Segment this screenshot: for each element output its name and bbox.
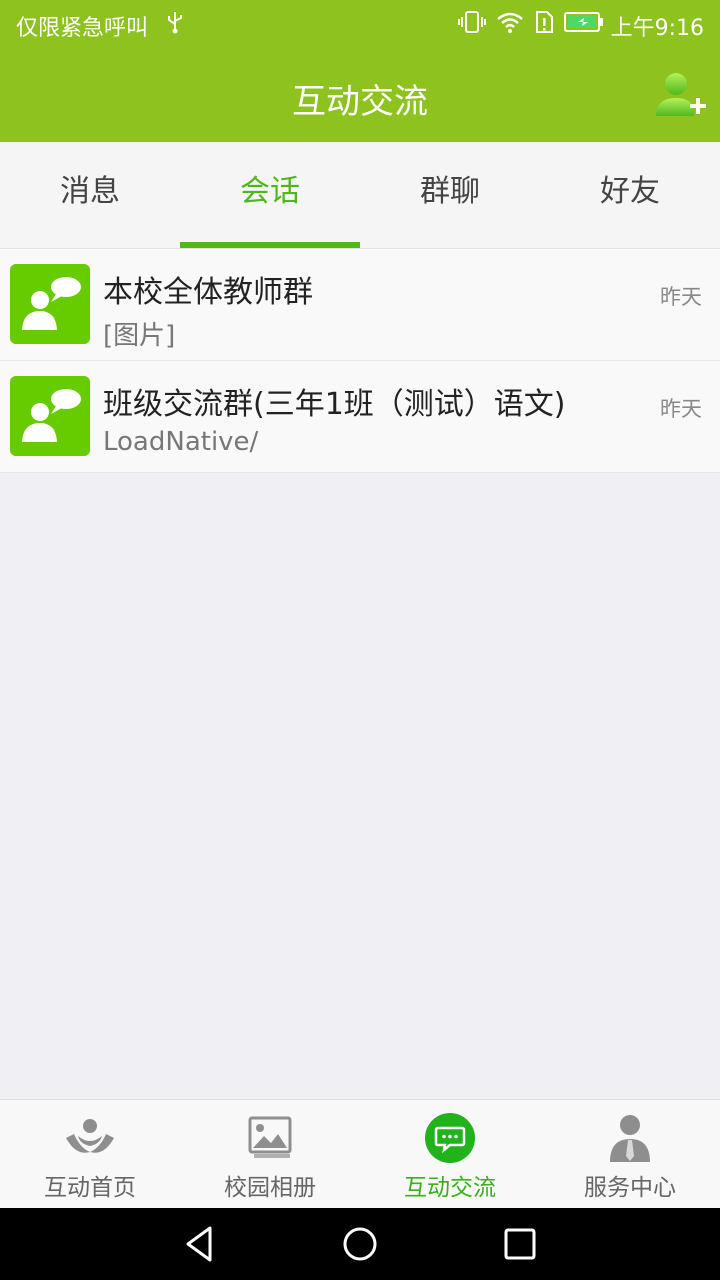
- usb-icon: [166, 10, 184, 40]
- photo-album-icon: [248, 1116, 292, 1158]
- nav-chat[interactable]: 互动交流: [360, 1100, 540, 1209]
- nav-album[interactable]: 校园相册: [180, 1100, 360, 1209]
- conversation-name: 班级交流群(三年1班（测试）语文): [103, 387, 566, 422]
- home-icon[interactable]: [340, 1224, 380, 1264]
- battery-charging-icon: [564, 11, 604, 37]
- nav-chat-label: 互动交流: [404, 1175, 496, 1201]
- clock: 上午9:16: [610, 16, 704, 41]
- app-header: 互动交流: [0, 50, 720, 142]
- bottom-navigation: 互动首页 校园相册 互动交流 服务中心: [0, 1099, 720, 1209]
- system-nav-bar: [0, 1208, 720, 1280]
- person-service-icon: [610, 1115, 650, 1162]
- vibrate-icon: [458, 10, 486, 38]
- nav-service-label: 服务中心: [584, 1175, 676, 1201]
- add-friend-icon: [656, 73, 706, 116]
- conversation-name: 本校全体教师群: [103, 275, 313, 310]
- conversation-preview: LoadNative/: [103, 427, 259, 457]
- group-chat-icon: [10, 264, 90, 344]
- home-hands-icon: [66, 1119, 114, 1153]
- nav-service[interactable]: 服务中心: [540, 1100, 720, 1209]
- tab-friends[interactable]: 好友: [540, 142, 720, 248]
- conversation-time: 昨天: [660, 285, 702, 309]
- recent-apps-icon[interactable]: [500, 1224, 540, 1264]
- status-bar: 仅限紧急呼叫 上午9:16: [0, 0, 720, 50]
- sim-icon: [534, 10, 554, 38]
- tab-conversations[interactable]: 会话: [180, 142, 360, 248]
- nav-home-label: 互动首页: [44, 1175, 136, 1201]
- tab-group-chat[interactable]: 群聊: [360, 142, 540, 248]
- conversation-preview: [图片]: [103, 321, 176, 351]
- page-title: 互动交流: [292, 82, 428, 122]
- group-chat-icon: [10, 376, 90, 456]
- add-friend-button[interactable]: [652, 68, 708, 124]
- nav-album-label: 校园相册: [224, 1175, 316, 1201]
- chat-bubble-icon: [425, 1113, 475, 1163]
- list-item[interactable]: 班级交流群(三年1班（测试）语文) LoadNative/ 昨天: [0, 361, 720, 473]
- nav-home[interactable]: 互动首页: [0, 1100, 180, 1209]
- list-item[interactable]: 本校全体教师群 [图片] 昨天: [0, 249, 720, 361]
- conversation-list: 本校全体教师群 [图片] 昨天 班级交流群(三年1班（测试）语文) LoadNa…: [0, 249, 720, 473]
- wifi-icon: [496, 10, 524, 38]
- status-icons: [458, 10, 604, 38]
- conversation-time: 昨天: [660, 397, 702, 421]
- tab-bar: 消息 会话 群聊 好友: [0, 142, 720, 249]
- tab-messages[interactable]: 消息: [0, 142, 180, 248]
- back-icon[interactable]: [180, 1224, 220, 1264]
- carrier-text: 仅限紧急呼叫: [16, 16, 149, 41]
